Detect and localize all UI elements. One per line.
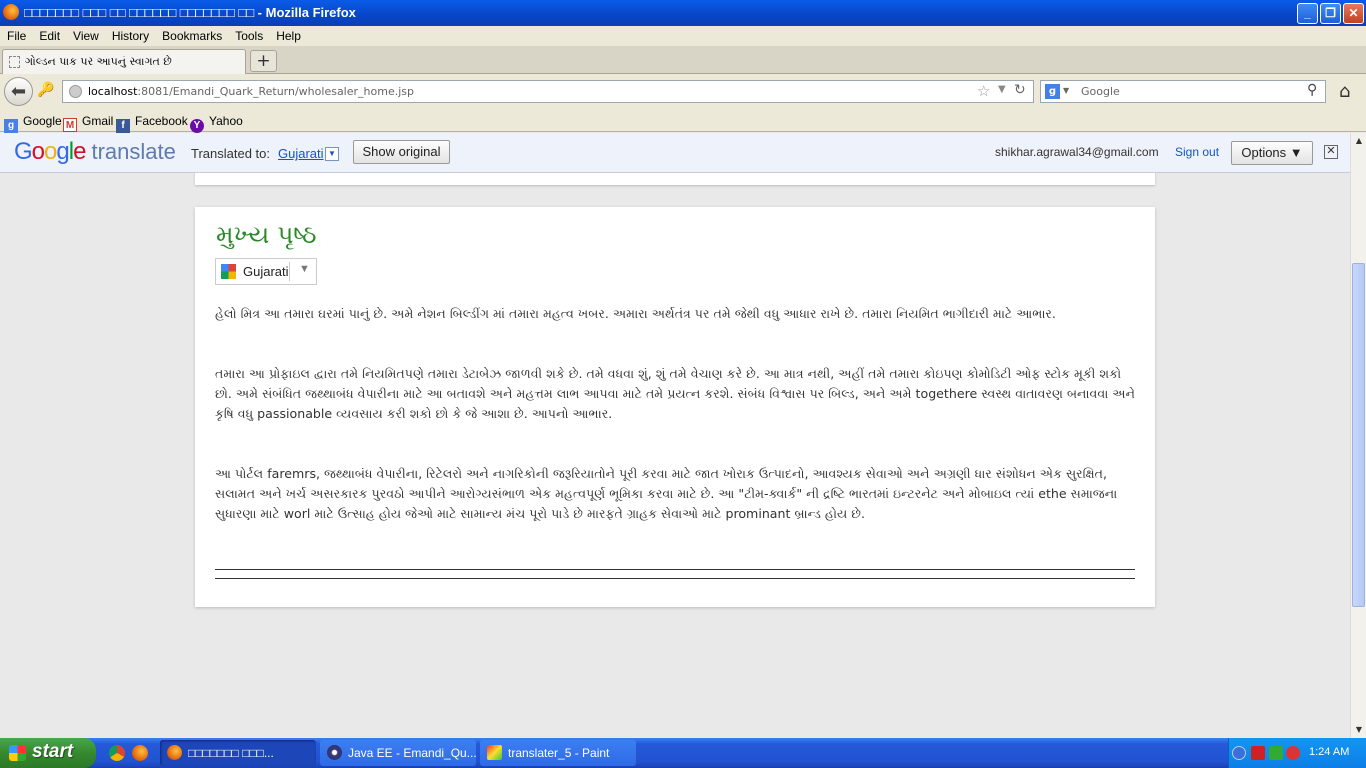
bookmark-google[interactable]: g Google: [4, 114, 62, 133]
chevron-down-icon[interactable]: ▼: [1063, 86, 1069, 95]
globe-icon: [69, 85, 82, 98]
menu-bookmarks[interactable]: Bookmarks: [155, 26, 228, 43]
divider: [289, 262, 290, 281]
chevron-down-icon[interactable]: ▼: [325, 147, 339, 161]
vertical-scrollbar[interactable]: ▲ ▼: [1350, 133, 1366, 738]
new-tab-button[interactable]: +: [250, 50, 277, 72]
close-button[interactable]: ✕: [1343, 3, 1364, 24]
eclipse-icon: [327, 745, 342, 760]
scrollbar-thumb[interactable]: [1352, 263, 1365, 607]
bookmark-facebook[interactable]: f Facebook: [116, 114, 188, 133]
menu-bar: File Edit View History Bookmarks Tools Help: [0, 26, 1366, 46]
reload-icon[interactable]: ↻: [1014, 82, 1026, 98]
paint-icon: [487, 745, 502, 760]
chrome-icon[interactable]: [109, 745, 125, 761]
browser-tab[interactable]: ગોલ્ડન પાક પર આપનું સ્વાગત છે: [2, 49, 246, 74]
taskbar-item-paint[interactable]: translater_5 - Paint: [480, 740, 636, 766]
profile-paragraph: તમારા આ પ્રોફાઇલ દ્વારા તમે નિયમિતપણે તમ…: [215, 366, 1135, 421]
firefox-icon: [167, 745, 182, 760]
bookmarks-toolbar: g Google M Gmail f Facebook Y Yahoo: [0, 110, 1366, 133]
account-email: shikhar.agrawal34@gmail.com: [995, 145, 1159, 159]
menu-view[interactable]: View: [66, 26, 105, 43]
restore-button[interactable]: ❐: [1320, 3, 1341, 24]
menu-file[interactable]: File: [0, 26, 32, 43]
portal-paragraph: આ પોર્ટલ faremrs, જથ્થાબંધ વેપારીના, રિટ…: [215, 466, 1118, 521]
language-select-value: Gujarati: [243, 264, 289, 279]
system-tray: 1:24 AM: [1228, 738, 1366, 768]
divider: [215, 578, 1135, 579]
back-button[interactable]: ⬅: [4, 77, 33, 106]
clock: 1:24 AM: [1309, 746, 1350, 758]
google-logo: Google: [14, 138, 86, 165]
target-language-link[interactable]: Gujarati: [278, 146, 324, 161]
show-original-button[interactable]: Show original: [353, 140, 450, 164]
intro-paragraph: હેલો મિત્ર આ તમારા ઘરમાં પાનું છે. અમે ન…: [215, 306, 1056, 321]
google-search-engine-icon[interactable]: g: [1045, 84, 1060, 99]
bookmark-gmail[interactable]: M Gmail: [63, 114, 113, 132]
chevron-down-icon[interactable]: ▼: [299, 263, 310, 275]
page-viewport: મુખ્ય પૃષ્ઠ Gujarati ▼ હેલો મિત્ર આ તમાર…: [0, 173, 1350, 738]
antivirus-icon[interactable]: [1286, 746, 1300, 760]
home-icon[interactable]: ⌂: [1339, 81, 1350, 102]
q-app-icon[interactable]: [1269, 746, 1283, 760]
chevron-down-icon[interactable]: ▼: [998, 84, 1006, 95]
windows-logo-icon: [9, 745, 26, 761]
facebook-icon: f: [116, 119, 130, 133]
key-icon[interactable]: 🔑: [37, 82, 54, 98]
window-title-bar: □□□□□□□ □□□ □□ □□□□□□ □□□□□□□ □□ - Mozil…: [0, 0, 1366, 26]
minimize-button[interactable]: _: [1297, 3, 1318, 24]
tab-bar: ગોલ્ડન પાક પર આપનું સ્વાગત છે +: [0, 46, 1366, 74]
translate-logo-text: translate: [91, 139, 176, 164]
menu-tools[interactable]: Tools: [228, 26, 269, 43]
scroll-down-icon[interactable]: ▼: [1352, 723, 1366, 737]
bookmark-star-icon[interactable]: ☆: [977, 82, 990, 100]
header-panel: [195, 173, 1155, 185]
navigation-toolbar: ⬅ 🔑 localhost:8081/Emandi_Quark_Return/w…: [0, 74, 1366, 110]
gmail-icon: M: [63, 118, 77, 132]
search-input[interactable]: g ▼ Google ⚲: [1040, 80, 1326, 103]
url-bar[interactable]: localhost:8081/Emandi_Quark_Return/whole…: [62, 80, 1034, 103]
firefox-icon[interactable]: [132, 745, 148, 761]
yahoo-icon: Y: [190, 119, 204, 133]
window-title: □□□□□□□ □□□ □□ □□□□□□ □□□□□□□ □□ - Mozil…: [24, 5, 356, 20]
menu-help[interactable]: Help: [269, 26, 307, 43]
tab-label: ગોલ્ડન પાક પર આપનું સ્વાગત છે: [25, 55, 172, 68]
taskbar-item-firefox[interactable]: □□□□□□□ □□□...: [160, 740, 316, 766]
bookmark-yahoo[interactable]: Y Yahoo: [190, 114, 243, 133]
google-translate-logo: Google translate: [14, 138, 176, 166]
google-icon: [221, 264, 236, 279]
search-placeholder: Google: [1081, 85, 1120, 98]
start-button[interactable]: start: [0, 738, 96, 768]
sign-out-link[interactable]: Sign out: [1175, 145, 1219, 159]
close-icon[interactable]: ✕: [1324, 145, 1338, 159]
divider: [215, 569, 1135, 570]
options-button[interactable]: Options ▼: [1231, 141, 1313, 165]
pdf-icon[interactable]: [1251, 746, 1265, 760]
search-icon[interactable]: ⚲: [1307, 82, 1317, 98]
menu-history[interactable]: History: [105, 26, 155, 43]
firefox-icon: [3, 4, 19, 20]
menu-edit[interactable]: Edit: [32, 26, 66, 43]
url-path: :8081/Emandi_Quark_Return/wholesaler_hom…: [137, 85, 414, 98]
scroll-up-icon[interactable]: ▲: [1352, 134, 1366, 148]
page-icon: [9, 56, 20, 68]
translated-to-label: Translated to:: [191, 146, 271, 161]
content-card: મુખ્ય પૃષ્ઠ Gujarati ▼ હેલો મિત્ર આ તમાર…: [195, 207, 1155, 607]
google-icon: g: [4, 119, 18, 133]
windows-taskbar: start □□□□□□□ □□□... Java EE - Emandi_Qu…: [0, 738, 1366, 768]
language-select[interactable]: Gujarati ▼: [215, 258, 317, 285]
chevron-left-icon[interactable]: [1232, 746, 1246, 760]
google-translate-bar: Google translate Translated to: Gujarati …: [0, 133, 1350, 173]
url-host: localhost: [88, 85, 138, 98]
page-title: મુખ્ય પૃષ્ઠ: [216, 220, 317, 249]
taskbar-item-eclipse[interactable]: Java EE - Emandi_Qu...: [320, 740, 476, 766]
